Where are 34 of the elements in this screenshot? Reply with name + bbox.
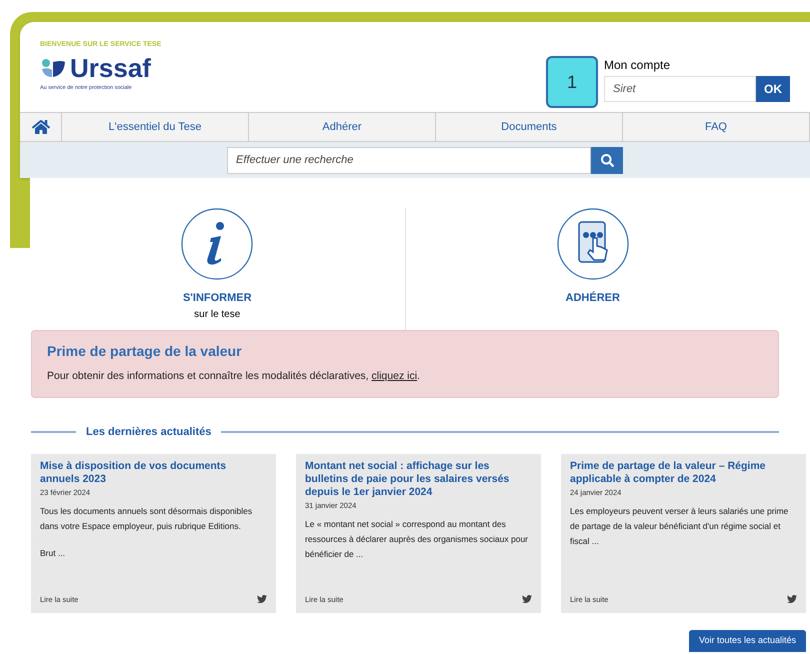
tile-title[interactable]: S'INFORMER bbox=[182, 290, 252, 306]
account-label: Mon compte bbox=[604, 57, 672, 74]
news-excerpt: Le « montant net social » correspond au montant des ressources à déclarer auprès des organismes sociaux pour bénéficier de ... bbox=[305, 518, 530, 562]
twitter-icon[interactable] bbox=[257, 594, 267, 604]
nav-tab[interactable]: FAQ bbox=[623, 113, 810, 141]
news-excerpt: Tous les documents annuels sont désormais disponibles dans votre Espace employeur, puis rubrique Editions. bbox=[40, 505, 254, 534]
news-excerpt: Brut ... bbox=[40, 547, 66, 560]
news-excerpt: Les employeurs peuvent verser à leurs salariés une prime de partage de la valeur bénéficiant d'un régime social et fiscal ... bbox=[570, 505, 790, 548]
logo-wordmark: Urssaf bbox=[70, 54, 151, 80]
tablet-touch-icon bbox=[556, 208, 629, 280]
logo-icon bbox=[40, 58, 66, 78]
tile-title[interactable]: ADHÉRER bbox=[566, 290, 620, 306]
search-icon bbox=[600, 154, 614, 166]
alert-text: Pour obtenir des informations et connaître les modalités déclaratives, cliquez ici. bbox=[47, 368, 421, 384]
search-field[interactable]: Effectuer une recherche bbox=[227, 146, 591, 174]
twitter-icon[interactable] bbox=[787, 594, 797, 604]
news-title[interactable]: Montant net social : affichage sur les bulletins de paie pour les salaires versés depuis le 1er janvier 2024 bbox=[305, 460, 532, 499]
alert-title: Prime de partage de la valeur bbox=[47, 342, 243, 361]
news-title[interactable]: Mise à disposition de vos documents annuels 2023 bbox=[40, 460, 267, 486]
home-icon bbox=[32, 118, 50, 136]
twitter-icon[interactable] bbox=[522, 594, 532, 604]
nav-tab[interactable]: L'essentiel du Tese bbox=[62, 113, 249, 141]
tile-subtitle: sur le tese bbox=[194, 308, 240, 322]
step-badge: 1 bbox=[546, 56, 598, 108]
siret-field[interactable]: Siret bbox=[604, 76, 756, 102]
search-button[interactable] bbox=[591, 146, 623, 174]
ok-button[interactable]: OK bbox=[756, 76, 790, 102]
news-title[interactable]: Prime de partage de la valeur – Régime applicable à compter de 2024 bbox=[570, 460, 797, 486]
info-icon bbox=[181, 208, 254, 280]
news-heading: Les dernières actualités bbox=[85, 424, 212, 440]
alert-link[interactable]: cliquez ici bbox=[372, 370, 418, 382]
nav-tab[interactable]: Documents bbox=[436, 113, 623, 141]
all-news-button[interactable]: Voir toutes les actualités bbox=[688, 630, 806, 652]
nav-tab[interactable]: Adhérer bbox=[249, 113, 436, 141]
